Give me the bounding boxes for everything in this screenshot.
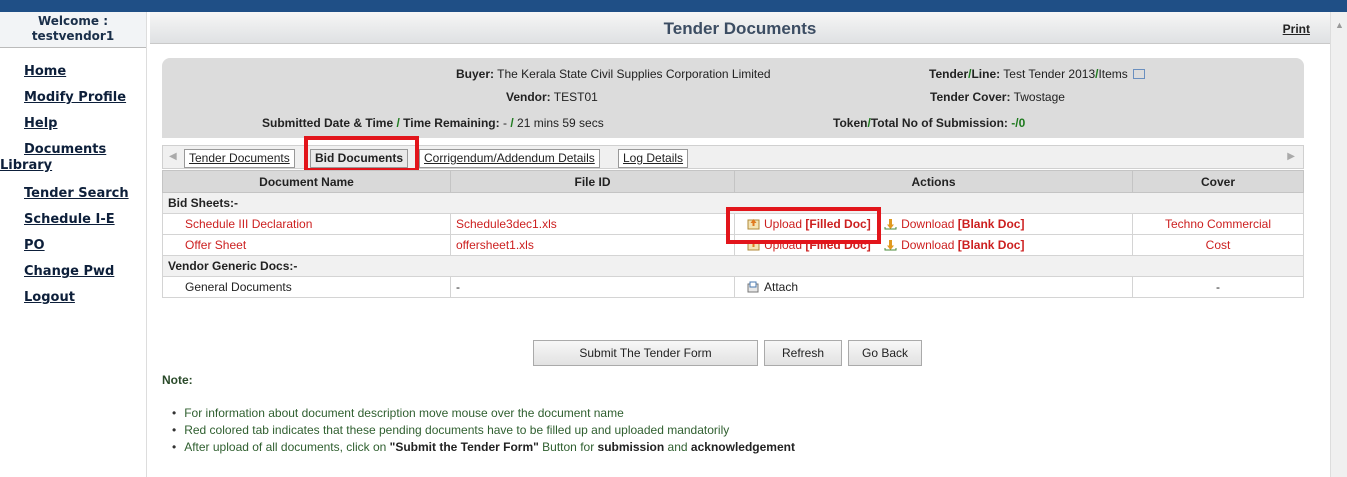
sidebar-item-modify-profile[interactable]: Modify Profile bbox=[24, 90, 146, 116]
tender-cover-row: Tender Cover: Twostage bbox=[930, 90, 1065, 104]
download-tag: [Blank Doc] bbox=[957, 238, 1025, 252]
column-header-actions: Actions bbox=[734, 170, 1133, 193]
file-id[interactable]: offersheet1.xls bbox=[450, 234, 735, 256]
username: testvendor1 bbox=[31, 29, 115, 43]
refresh-button[interactable]: Refresh bbox=[764, 340, 842, 366]
vendor-row: Vendor: TEST01 bbox=[506, 90, 598, 104]
token-row: Token/Total No of Submission: -/0 bbox=[833, 116, 1025, 130]
sidebar-item-documents-library[interactable]: Documents Library bbox=[0, 142, 146, 186]
time-remaining-value: 21 mins 59 secs bbox=[517, 116, 604, 130]
total-submission-value: 0 bbox=[1018, 116, 1026, 130]
submit-tender-form-button[interactable]: Submit The Tender Form bbox=[533, 340, 758, 366]
tender-cover-value: Twostage bbox=[1013, 90, 1065, 104]
page-title: Tender Documents bbox=[663, 19, 817, 38]
column-header-file-id: File ID bbox=[450, 170, 735, 193]
file-id: - bbox=[450, 276, 735, 298]
slash: / bbox=[510, 116, 514, 130]
note-emphasis: "Submit the Tender Form" bbox=[389, 440, 539, 454]
notes-list: For information about document descripti… bbox=[172, 405, 795, 456]
token-label: Token bbox=[833, 116, 868, 130]
print-link[interactable]: Print bbox=[1283, 22, 1310, 36]
sidebar-item-help[interactable]: Help bbox=[24, 116, 146, 142]
tab-log-details[interactable]: Log Details bbox=[618, 149, 689, 168]
section-row-vendor-generic-docs: Vendor Generic Docs:- bbox=[162, 255, 1304, 277]
sidebar-item-documents-label: Documents bbox=[24, 142, 107, 157]
tender-cover-label: Tender Cover: bbox=[930, 90, 1011, 104]
attach-label: Attach bbox=[764, 280, 799, 294]
vertical-scrollbar[interactable]: ▲ bbox=[1330, 12, 1347, 477]
sidebar-item-home[interactable]: Home bbox=[24, 64, 146, 90]
go-back-button[interactable]: Go Back bbox=[848, 340, 922, 366]
note-text: After upload of all documents, click on bbox=[184, 440, 390, 454]
table-header-row: Document Name File ID Actions Cover bbox=[162, 170, 1304, 193]
vendor-value: TEST01 bbox=[553, 90, 598, 104]
sidebar-item-library-label: Library bbox=[0, 158, 53, 173]
highlight-box-bid-documents bbox=[304, 136, 419, 172]
line-value: Items bbox=[1098, 67, 1128, 81]
sidebar: Welcome : testvendor1 Home Modify Profil… bbox=[0, 12, 147, 477]
column-header-cover: Cover bbox=[1132, 170, 1304, 193]
note-text: and bbox=[664, 440, 691, 454]
sidebar-item-po[interactable]: PO bbox=[24, 238, 146, 264]
total-submission-label: Total No of Submission: bbox=[870, 116, 1008, 130]
popup-window-icon[interactable] bbox=[1133, 69, 1146, 79]
note-item: Red colored tab indicates that these pen… bbox=[172, 422, 795, 439]
document-name[interactable]: Offer Sheet bbox=[162, 234, 451, 256]
note-item: For information about document descripti… bbox=[172, 405, 795, 422]
buyer-value: The Kerala State Civil Supplies Corporat… bbox=[497, 67, 771, 81]
note-emphasis: acknowledgement bbox=[690, 440, 795, 454]
welcome-box: Welcome : testvendor1 bbox=[0, 12, 146, 48]
scroll-up-arrow-icon[interactable]: ▲ bbox=[1335, 20, 1344, 30]
table-row: General Documents - Attach - bbox=[162, 276, 1304, 298]
download-tag: [Blank Doc] bbox=[957, 217, 1025, 231]
section-label-vendor-generic-docs: Vendor Generic Docs:- bbox=[162, 255, 1304, 277]
tab-corrigendum-addendum[interactable]: Corrigendum/Addendum Details bbox=[419, 149, 600, 168]
tab-scroll-left-icon[interactable]: ◀ bbox=[169, 151, 177, 162]
column-header-document-name: Document Name bbox=[162, 170, 451, 193]
buyer-row: Buyer: The Kerala State Civil Supplies C… bbox=[456, 67, 771, 81]
sidebar-item-tender-search[interactable]: Tender Search bbox=[24, 186, 146, 212]
download-link[interactable]: Download [Blank Doc] bbox=[884, 217, 1024, 231]
document-name[interactable]: Schedule III Declaration bbox=[162, 213, 451, 235]
time-remaining-label: Time Remaining: bbox=[403, 116, 500, 130]
sidebar-menu: Home Modify Profile Help Documents Libra… bbox=[0, 48, 146, 316]
tender-label: Tender bbox=[929, 67, 969, 81]
cover-value: Techno Commercial bbox=[1132, 213, 1304, 235]
welcome-label: Welcome : bbox=[37, 14, 109, 28]
download-icon bbox=[884, 240, 897, 251]
download-label: Download bbox=[901, 217, 955, 231]
sidebar-item-change-pwd[interactable]: Change Pwd bbox=[24, 264, 146, 290]
sidebar-item-schedule-ie[interactable]: Schedule I-E bbox=[24, 212, 146, 238]
note-text: Button for bbox=[538, 440, 598, 454]
attach-icon bbox=[747, 281, 759, 293]
download-label: Download bbox=[901, 238, 955, 252]
slash: / bbox=[396, 116, 400, 130]
note-item: After upload of all documents, click on … bbox=[172, 439, 795, 456]
download-icon bbox=[884, 219, 897, 230]
note-title: Note: bbox=[162, 373, 193, 387]
tender-line-row: Tender/Line: Test Tender 2013/Items bbox=[929, 67, 1146, 81]
file-id[interactable]: Schedule3dec1.xls bbox=[450, 213, 735, 235]
actions-cell: Attach bbox=[734, 276, 1133, 298]
tab-scroll-right-icon[interactable]: ▶ bbox=[1287, 151, 1295, 162]
note-emphasis: submission bbox=[597, 440, 665, 454]
tender-value: Test Tender 2013 bbox=[1003, 67, 1096, 81]
tender-info-panel: Buyer: The Kerala State Civil Supplies C… bbox=[162, 58, 1304, 138]
download-link[interactable]: Download [Blank Doc] bbox=[884, 238, 1024, 252]
highlight-box-upload bbox=[726, 207, 881, 244]
document-name: General Documents bbox=[162, 276, 451, 298]
cover-value: - bbox=[1132, 276, 1304, 298]
buyer-label: Buyer: bbox=[456, 67, 495, 81]
submitted-value: - bbox=[502, 116, 507, 130]
sidebar-item-logout[interactable]: Logout bbox=[24, 290, 146, 316]
top-nav-strip bbox=[0, 0, 1347, 12]
tab-tender-documents[interactable]: Tender Documents bbox=[184, 149, 295, 168]
cover-value: Cost bbox=[1132, 234, 1304, 256]
line-label: Line: bbox=[971, 67, 1001, 81]
page-header: Tender Documents Print bbox=[150, 12, 1330, 44]
vendor-label: Vendor: bbox=[506, 90, 551, 104]
submitted-row: Submitted Date & Time / Time Remaining: … bbox=[262, 116, 604, 130]
attach-link[interactable]: Attach bbox=[747, 280, 798, 294]
submitted-label: Submitted Date & Time bbox=[262, 116, 394, 130]
